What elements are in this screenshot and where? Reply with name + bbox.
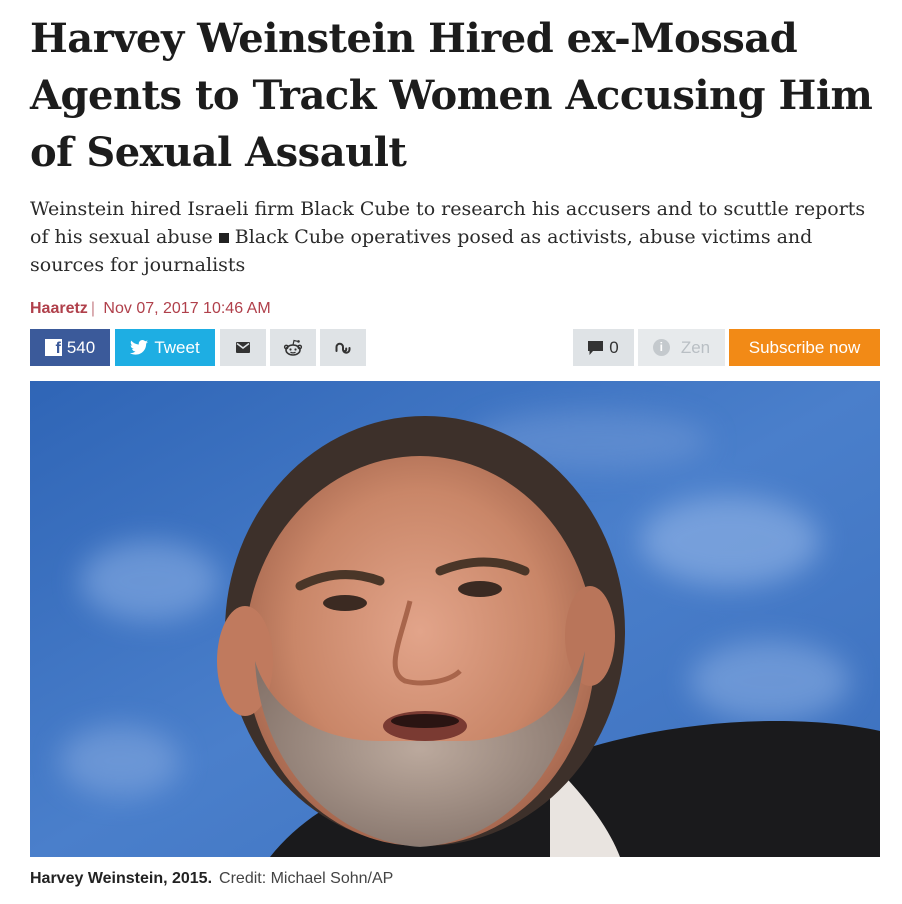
byline-date: Nov 07, 2017 10:46 AM	[103, 300, 271, 317]
tweet-button[interactable]: Tweet	[115, 329, 215, 366]
zen-mode-button[interactable]: i Zen	[638, 329, 725, 366]
caption-name: Harvey Weinstein, 2015.	[30, 870, 213, 887]
facebook-icon: f	[44, 339, 62, 357]
stumbleupon-share-button[interactable]	[320, 329, 366, 366]
facebook-share-count: 540	[66, 337, 96, 357]
speech-bubble-icon	[588, 340, 604, 355]
reddit-icon	[283, 339, 303, 357]
zen-label: Zen	[680, 337, 711, 357]
subscribe-button[interactable]: Subscribe now	[729, 329, 880, 366]
article-headline: Harvey Weinstein Hired ex-Mossad Agents …	[30, 15, 873, 176]
facebook-share-button[interactable]: f 540	[30, 329, 110, 366]
info-circle-icon: i	[652, 339, 670, 356]
byline-divider: |	[90, 300, 95, 317]
envelope-icon	[236, 342, 250, 353]
twitter-bird-icon	[130, 340, 149, 355]
article-photo	[30, 381, 880, 857]
comments-button[interactable]: 0	[573, 329, 634, 366]
comments-count: 0	[609, 337, 619, 357]
article-subhead: Weinstein hired Israeli firm Black Cube …	[30, 195, 880, 279]
tweet-label: Tweet	[154, 337, 200, 357]
photo-illustration	[30, 381, 880, 857]
photo-caption: Harvey Weinstein, 2015. Credit: Michael S…	[30, 870, 393, 888]
article: Harvey Weinstein Hired ex-Mossad Agents …	[30, 0, 880, 887]
bullet-separator	[218, 232, 229, 243]
email-share-button[interactable]	[220, 329, 266, 366]
caption-credit: Credit: Michael Sohn/AP	[219, 870, 394, 887]
share-bar: f 540 Tweet 0 i Zen Subscribe now	[30, 329, 880, 366]
byline: Haaretz | Nov 07, 2017 10:46 AM	[30, 299, 880, 319]
reddit-share-button[interactable]	[270, 329, 316, 366]
byline-author[interactable]: Haaretz	[30, 300, 88, 317]
stumbleupon-icon	[335, 342, 352, 354]
